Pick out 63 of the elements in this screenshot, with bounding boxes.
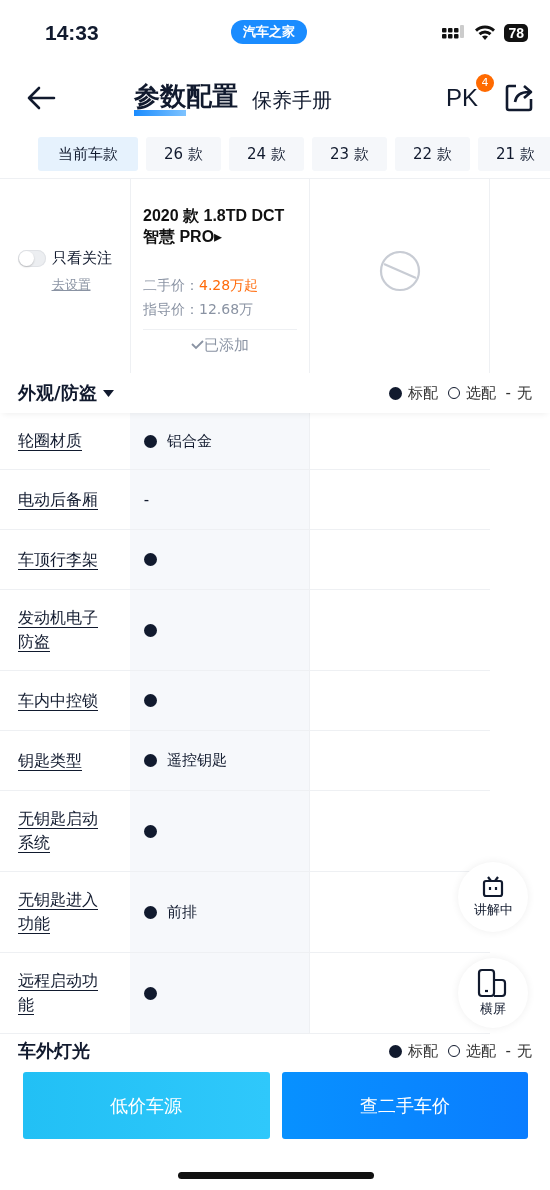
header-tab[interactable]: 参数配置 <box>134 79 238 116</box>
action-button[interactable]: 查二手车价 <box>281 1072 528 1139</box>
year-tab[interactable]: 24 款 <box>229 137 304 171</box>
filled-dot-icon <box>143 824 157 838</box>
filled-dot-icon <box>143 553 157 566</box>
year-tab[interactable]: 23 款 <box>312 137 387 171</box>
legend-label: 标配 <box>407 383 438 403</box>
filled-dot-icon <box>143 986 157 1000</box>
tv-icon <box>481 875 505 899</box>
filled-dot-icon <box>143 754 157 767</box>
spec-value: - <box>143 490 150 509</box>
dash-symbol: - <box>505 1042 511 1060</box>
legend-label: 选配 <box>465 383 496 403</box>
count-badge: 4 <box>476 73 494 92</box>
dash-symbol: - <box>505 384 511 402</box>
spec-value: 遥控钥匙 <box>166 751 227 770</box>
filled-dot-icon <box>388 386 402 400</box>
spec-label[interactable]: 车内中控锁 <box>18 688 98 713</box>
filled-dot-icon <box>143 623 157 637</box>
legend-label: 无 <box>517 383 532 403</box>
dropdown-caret-icon[interactable] <box>102 389 114 397</box>
price-label: 二手价： <box>143 277 199 293</box>
phone-rotate-icon <box>477 968 509 998</box>
year-tab[interactable]: 21 款 <box>478 137 550 171</box>
spec-label[interactable]: 车顶行李架 <box>18 547 98 572</box>
spec-value: 前排 <box>166 902 197 922</box>
price-label: 指导价： <box>143 301 199 317</box>
section-title[interactable]: 外观/防盗 <box>18 381 97 405</box>
floating-button[interactable]: 横屏 <box>458 958 528 1028</box>
battery-indicator: 78 <box>504 23 528 42</box>
guide-price: 12.68万 <box>199 301 254 317</box>
header-tab[interactable]: 保养手册 <box>252 87 332 116</box>
signal-icon <box>442 24 467 41</box>
year-tab[interactable]: 26 款 <box>146 137 221 171</box>
spec-label[interactable]: 轮圈材质 <box>18 429 82 453</box>
filled-dot-icon <box>388 1044 402 1058</box>
status-time: 14:33 <box>45 20 100 45</box>
filled-dot-icon <box>143 905 157 919</box>
year-tab[interactable]: 22 款 <box>395 137 470 171</box>
floating-button[interactable]: 讲解中 <box>458 862 528 932</box>
filled-dot-icon <box>143 694 157 707</box>
back-arrow-icon[interactable] <box>26 85 56 110</box>
car-model-name[interactable]: 2020 款 1.8TD DCT 智慧 PRO▸ <box>143 205 297 247</box>
spec-label[interactable]: 远程启动功能 <box>18 969 106 1017</box>
filled-dot-icon <box>143 434 157 448</box>
toggle-switch[interactable] <box>18 249 46 267</box>
spec-label[interactable]: 钥匙类型 <box>18 748 82 773</box>
legend-label: 标配 <box>407 1041 438 1061</box>
legend-label: 无 <box>517 1041 532 1061</box>
used-price: 4.28万起 <box>199 277 259 293</box>
share-icon[interactable] <box>504 82 534 113</box>
wifi-icon <box>474 24 497 41</box>
spec-label[interactable]: 电动后备厢 <box>18 487 98 512</box>
check-icon <box>191 340 204 350</box>
spec-label[interactable]: 无钥匙启动系统 <box>18 807 106 855</box>
year-tab[interactable]: 当前车款 <box>38 137 138 171</box>
spec-label[interactable]: 无钥匙进入功能 <box>18 888 106 936</box>
spec-label[interactable]: 发动机电子防盗 <box>18 606 106 654</box>
pk-button[interactable]: PK <box>446 83 478 112</box>
section-title[interactable]: 车外灯光 <box>18 1039 90 1063</box>
filter-label: 只看关注 <box>52 248 112 268</box>
legend-label: 选配 <box>465 1041 496 1061</box>
spec-value: 铝合金 <box>166 431 212 451</box>
